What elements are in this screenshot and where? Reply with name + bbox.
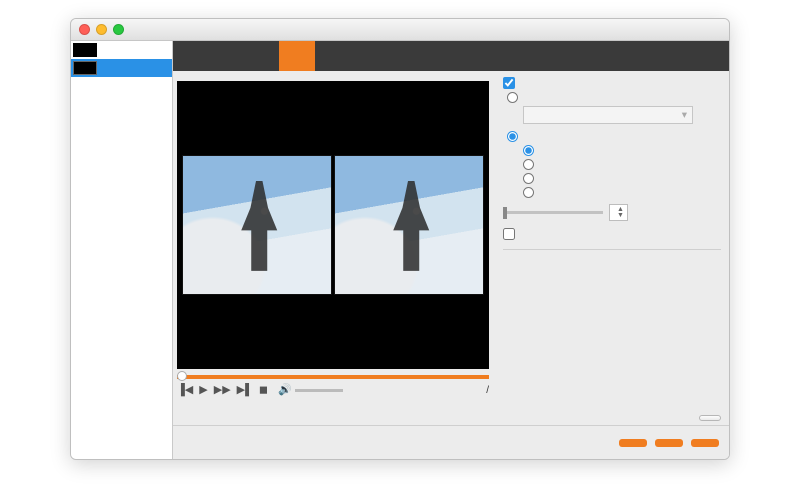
depth-slider-handle[interactable]	[503, 207, 507, 219]
restore-all-button[interactable]	[619, 439, 647, 447]
file-sidebar	[71, 41, 173, 459]
settings-panel: ▾	[493, 71, 729, 425]
play-button[interactable]: ▶	[199, 385, 207, 396]
mode-split-screen-radio[interactable]	[503, 131, 721, 142]
split-screen-input[interactable]	[507, 131, 518, 142]
titlebar	[71, 19, 729, 41]
split-tab-full-radio[interactable]	[503, 187, 721, 198]
tab-crop[interactable]	[315, 41, 351, 71]
prev-button[interactable]: ▐◀	[177, 385, 193, 396]
close-button[interactable]	[691, 439, 719, 447]
playback-controls: ▐◀ ▶ ▶▶ ▶▌ ◼ 🔊 /	[177, 381, 489, 396]
file-item[interactable]	[71, 59, 172, 77]
depth-stepper[interactable]: ▲ ▼	[609, 204, 628, 221]
switch-lr-input[interactable]	[503, 228, 515, 240]
window-close-icon[interactable]	[79, 24, 90, 35]
tab-rotate[interactable]	[243, 41, 279, 71]
split-sbs-full-radio[interactable]	[503, 159, 721, 170]
depth-slider[interactable]	[503, 211, 603, 214]
chevron-down-icon: ▾	[682, 109, 687, 121]
enable-3d-input[interactable]	[503, 77, 515, 89]
tab-full-input[interactable]	[523, 187, 534, 198]
sbs-half-input[interactable]	[523, 145, 534, 156]
stop-button[interactable]: ◼	[259, 385, 268, 396]
edit-window: ▐◀ ▶ ▶▶ ▶▌ ◼ 🔊 /	[70, 18, 730, 460]
volume-icon[interactable]: 🔊	[278, 385, 292, 396]
stepper-down-icon[interactable]: ▼	[617, 213, 624, 219]
switch-lr-checkbox[interactable]	[503, 228, 721, 240]
preview-canvas	[177, 81, 489, 369]
timeline-slider[interactable]	[177, 375, 489, 379]
anaglyph-input[interactable]	[507, 92, 518, 103]
editor-tabs	[173, 41, 729, 71]
split-sbs-half-radio[interactable]	[503, 145, 721, 156]
preview-right-eye	[334, 155, 484, 295]
anaglyph-dropdown[interactable]: ▾	[523, 106, 693, 124]
ff-button[interactable]: ▶▶	[214, 385, 231, 396]
timeline-knob[interactable]	[177, 371, 187, 381]
time-display: /	[486, 385, 489, 396]
window-minimize-icon[interactable]	[96, 24, 107, 35]
preview-left-eye	[182, 155, 332, 295]
restore-defaults-button[interactable]	[699, 415, 721, 421]
tab-effect[interactable]	[351, 41, 387, 71]
mode-anaglyph-radio[interactable]	[503, 92, 721, 103]
sbs-full-input[interactable]	[523, 159, 534, 170]
enable-3d-checkbox[interactable]	[503, 77, 721, 89]
tab-watermark[interactable]	[423, 41, 459, 71]
tab-half-input[interactable]	[523, 173, 534, 184]
tab-3d[interactable]	[279, 41, 315, 71]
banner-caption	[0, 0, 800, 18]
file-item[interactable]	[71, 41, 172, 59]
split-tab-half-radio[interactable]	[503, 173, 721, 184]
file-thumbnail	[73, 43, 97, 57]
volume-slider[interactable]	[295, 389, 343, 392]
apply-button[interactable]	[655, 439, 683, 447]
preview-panel: ▐◀ ▶ ▶▶ ▶▌ ◼ 🔊 /	[173, 71, 493, 425]
file-thumbnail	[73, 61, 97, 75]
tab-enhance[interactable]	[387, 41, 423, 71]
action-bar	[173, 425, 729, 459]
window-zoom-icon[interactable]	[113, 24, 124, 35]
next-button[interactable]: ▶▌	[237, 385, 253, 396]
